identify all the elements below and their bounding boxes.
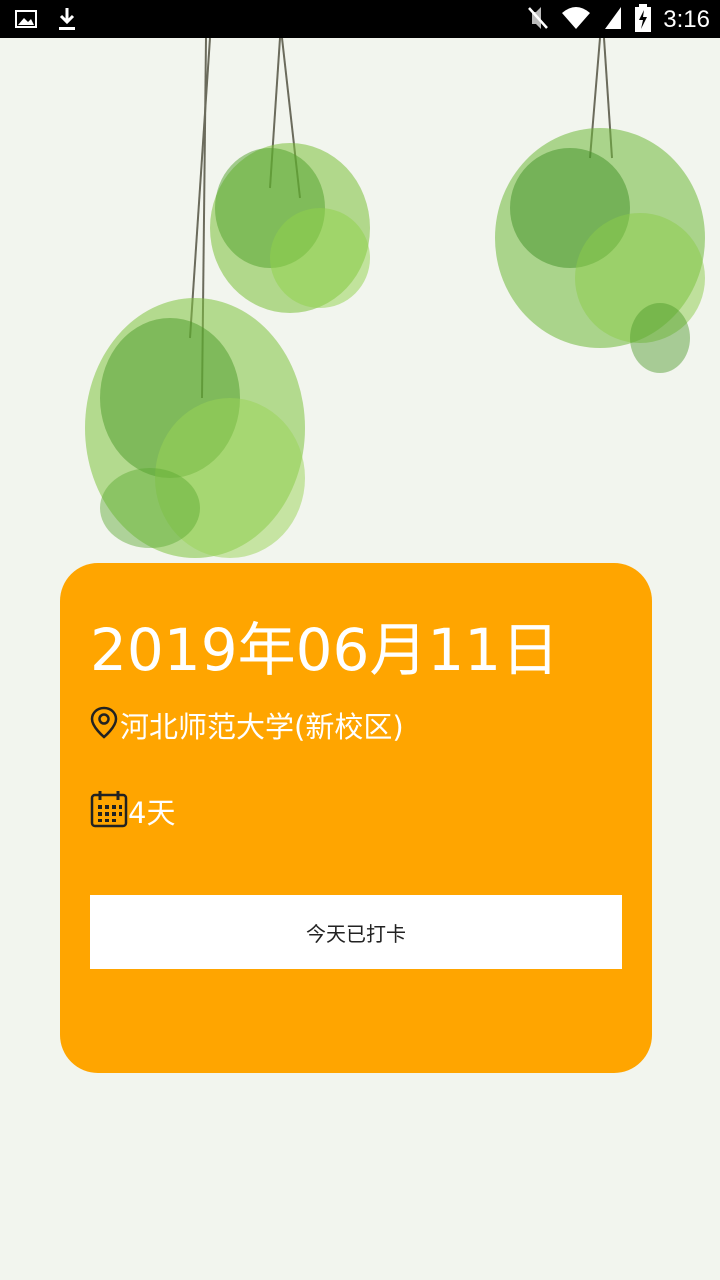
calendar-icon — [90, 789, 128, 833]
status-bar: 3:16 — [0, 0, 720, 38]
days-row: 4天 — [90, 789, 175, 833]
status-bar-left — [14, 6, 78, 36]
plant-cluster-2 — [85, 298, 305, 558]
mute-icon — [527, 4, 549, 36]
wifi-icon — [561, 5, 591, 35]
screen: 3:16 2019年06月11日 河北师范大学(新校区) 4天 今天已打卡 — [0, 0, 720, 1280]
status-time: 3:16 — [663, 6, 710, 33]
plant-cluster-1 — [210, 143, 370, 313]
location-row: 河北师范大学(新校区) — [90, 703, 404, 747]
date-title: 2019年06月11日 — [90, 616, 560, 684]
checkin-button[interactable]: 今天已打卡 — [90, 895, 622, 969]
checkin-card: 2019年06月11日 河北师范大学(新校区) 4天 今天已打卡 — [60, 563, 652, 1073]
status-bar-right: 3:16 — [527, 4, 710, 36]
location-text: 河北师范大学(新校区) — [120, 710, 404, 744]
days-count: 4天 — [128, 796, 176, 830]
location-pin-icon — [90, 706, 118, 744]
signal-icon — [603, 5, 623, 35]
download-icon — [56, 6, 78, 36]
image-icon — [14, 8, 38, 34]
battery-charging-icon — [635, 4, 652, 36]
